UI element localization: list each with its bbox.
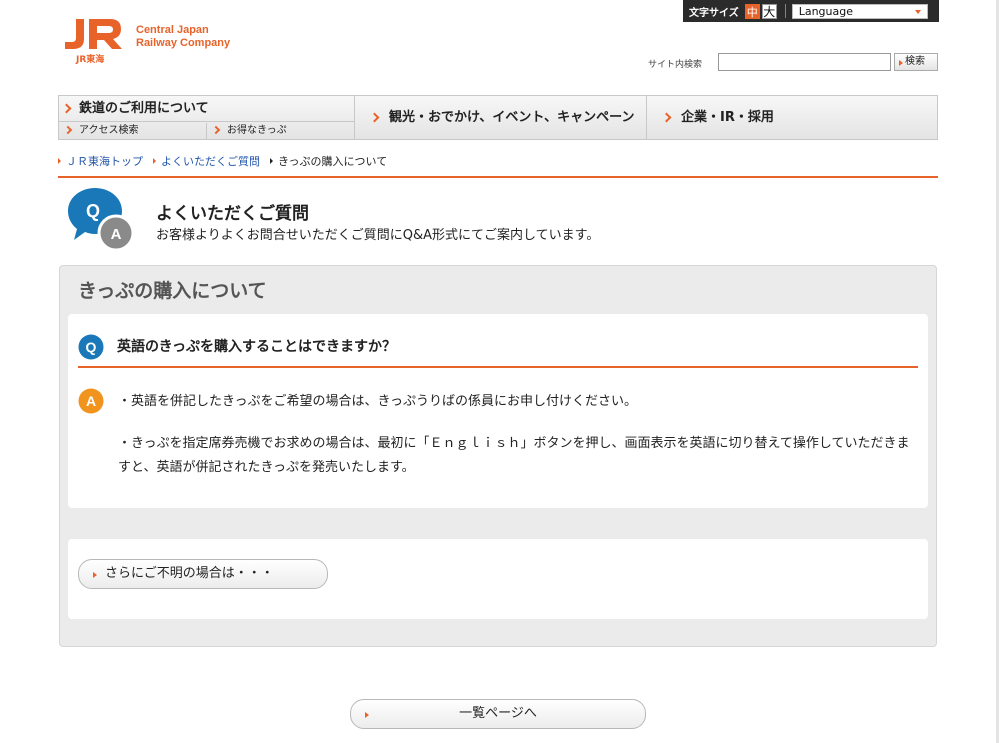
logo-wordmark: Central Japan Railway Company: [136, 24, 230, 50]
font-size-label: 文字サイズ: [689, 7, 739, 19]
chevron-right-icon: [61, 103, 72, 114]
site-search-input[interactable]: [718, 53, 891, 71]
font-size-medium-button[interactable]: 中: [744, 3, 760, 19]
faq-panel: きっぷの購入について Q 英語のきっぷを購入することはできますか？ A ・英語を…: [59, 265, 937, 647]
more-help-button-label: さらにご不明の場合は・・・: [105, 566, 274, 581]
logo-line-2: Railway Company: [136, 37, 231, 49]
logo-line-1: Central Japan: [136, 24, 209, 36]
question-badge-icon: Q: [78, 334, 104, 360]
page-title: よくいただくご質問: [156, 204, 309, 224]
arrow-right-icon: [270, 158, 273, 164]
more-help-button[interactable]: さらにご不明の場合は・・・: [78, 559, 328, 589]
breadcrumb: ＪＲ東海トップ よくいただくご質問 きっぷの購入について: [58, 153, 397, 169]
heading-icon-a: A: [111, 226, 122, 243]
language-select-label: Language: [798, 4, 853, 18]
arrow-right-icon: [58, 158, 61, 164]
site-search-label: サイト内検索: [648, 60, 703, 70]
breadcrumb-current-label: きっぷの購入について: [278, 155, 388, 168]
arrow-right-icon: [365, 712, 369, 718]
chevron-right-icon: [661, 112, 672, 123]
jr-logo-mark-icon: [65, 19, 122, 49]
arrow-right-icon: [899, 60, 903, 66]
chevron-right-icon: [369, 112, 380, 123]
question-badge-letter: Q: [86, 339, 97, 355]
utility-bar: 文字サイズ 中 大 Language: [683, 0, 939, 22]
arrow-right-icon: [153, 158, 156, 164]
breadcrumb-item-current: きっぷの購入について: [270, 153, 387, 169]
nav-item-access-search-label: アクセス検索: [79, 125, 139, 136]
language-select[interactable]: Language: [791, 3, 928, 19]
nav-item-corporate-label: 企業・IR・採用: [681, 110, 774, 125]
font-size-large-button[interactable]: 大: [761, 3, 777, 19]
nav-item-railway[interactable]: 鉄道のご利用について: [59, 96, 355, 122]
page-description: お客様よりよくお問合せいただくご質問にQ&A形式にてご案内しています。: [156, 228, 600, 243]
answer-text: ・英語を併記したきっぷをご希望の場合は、きっぷうりばの係員にお申し付けください。…: [118, 390, 918, 498]
qa-speech-bubbles-icon: Q A: [68, 188, 135, 252]
more-help-card: さらにご不明の場合は・・・: [68, 539, 928, 619]
faq-category-title: きっぷの購入について: [78, 280, 267, 302]
chevron-right-icon: [63, 125, 73, 135]
nav-item-sightseeing-label: 観光・おでかけ、イベント、キャンペーン: [389, 110, 635, 125]
question-text: 英語のきっぷを購入することはできますか？: [117, 339, 397, 355]
back-to-list-button-label: 一覧ページへ: [459, 706, 537, 721]
site-search-button-label: 検索: [905, 56, 925, 67]
nav-item-access-search[interactable]: アクセス検索: [59, 123, 207, 139]
chevron-down-icon: [914, 9, 921, 14]
breadcrumb-link-home[interactable]: ＪＲ東海トップ: [66, 155, 143, 168]
answer-paragraph-2: ・きっぷを指定席券売機でお求めの場合は、最初に「Ｅｎｇｌｉｓｈ」ボタンを押し、画…: [118, 436, 910, 475]
answer-paragraph-1: ・英語を併記したきっぷをご希望の場合は、きっぷうりばの係員にお申し付けください。: [118, 394, 637, 409]
chevron-right-icon: [211, 125, 221, 135]
answer-badge-icon: A: [78, 388, 104, 414]
breadcrumb-item-home: ＪＲ東海トップ: [58, 153, 143, 169]
global-nav: 鉄道のご利用について アクセス検索 お得なきっぷ 観光・おでかけ、イベント、キャ…: [58, 95, 938, 140]
nav-item-discount-tickets-label: お得なきっぷ: [227, 125, 287, 136]
nav-item-corporate[interactable]: 企業・IR・採用: [647, 96, 937, 139]
nav-group-railway: 鉄道のご利用について アクセス検索 お得なきっぷ: [59, 96, 355, 139]
back-to-list-button[interactable]: 一覧ページへ: [350, 699, 646, 729]
answer-badge-letter: A: [86, 393, 96, 409]
arrow-right-icon: [93, 572, 97, 578]
page: 文字サイズ 中 大 Language JR東海 Central Japan Ra…: [0, 0, 999, 743]
logo-subtitle: JR東海: [76, 55, 105, 65]
breadcrumb-item-faq: よくいただくご質問: [153, 153, 260, 169]
nav-item-sightseeing[interactable]: 観光・おでかけ、イベント、キャンペーン: [355, 96, 647, 139]
site-search-button[interactable]: 検索: [894, 53, 938, 71]
nav-item-discount-tickets[interactable]: お得なきっぷ: [207, 123, 355, 139]
question-divider: [78, 366, 918, 368]
breadcrumb-link-faq[interactable]: よくいただくご質問: [161, 155, 260, 168]
utility-divider: [784, 4, 786, 18]
nav-item-railway-label: 鉄道のご利用について: [79, 101, 209, 116]
breadcrumb-divider: [58, 176, 938, 178]
qa-card: Q 英語のきっぷを購入することはできますか？ A ・英語を併記したきっぷをご希望…: [68, 314, 928, 508]
heading-icon-q: Q: [86, 201, 100, 221]
